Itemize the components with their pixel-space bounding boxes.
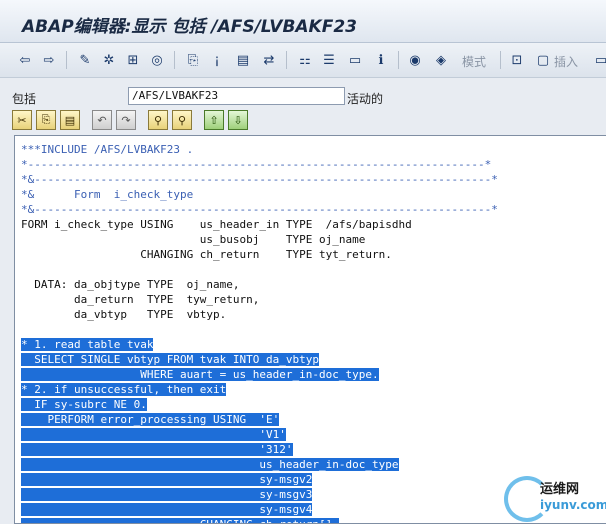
code-line[interactable]: sy-msgv4 <box>21 502 498 517</box>
download-icon[interactable]: ⇩ <box>228 110 248 130</box>
code-line[interactable]: 'V1' <box>21 427 498 442</box>
insert-icon[interactable]: ▢ <box>534 51 552 69</box>
back-arrow-icon[interactable]: ⇦ <box>16 51 34 69</box>
code-line[interactable]: SELECT SINGLE vbtyp FROM tvak INTO da_vb… <box>21 352 498 367</box>
code-line-text: * 2. if unsuccessful, then exit <box>21 383 227 396</box>
code-line[interactable]: *&--------------------------------------… <box>21 172 498 187</box>
cut-icon[interactable]: ✂ <box>12 110 32 130</box>
code-line-text: '312' <box>21 443 293 456</box>
code-line[interactable]: *& Form i_check_type <box>21 187 498 202</box>
code-line[interactable]: WHERE auart = us_header_in-doc_type. <box>21 367 498 382</box>
code-line[interactable]: CHANGING ch_return[]. <box>21 517 498 523</box>
code-line[interactable]: DATA: da_objtype TYPE oj_name, <box>21 277 498 292</box>
tree-icon[interactable]: ☰ <box>320 51 338 69</box>
include-label: 包括 <box>12 92 37 106</box>
code-line-text: CHANGING ch_return[]. <box>21 518 339 523</box>
code-line[interactable]: CHANGING ch_return TYPE tyt_return. <box>21 247 498 262</box>
toolbar-divider <box>174 51 175 69</box>
status-text: 活动的 <box>347 92 384 106</box>
copy-icon[interactable]: ⎘ <box>36 110 56 130</box>
toolbar-divider <box>500 51 501 69</box>
where-used-icon[interactable]: ⎘ <box>184 51 202 69</box>
code-line[interactable]: IF sy-subrc NE 0. <box>21 397 498 412</box>
navigation-icon[interactable]: ⇄ <box>260 51 278 69</box>
upload-icon[interactable]: ⇧ <box>204 110 224 130</box>
code-line-text: CHANGING ch_return TYPE tyt_return. <box>21 248 392 261</box>
program-field-row: 包括 /AFS/LVBAKF23 活动的 <box>0 84 606 108</box>
code-line-text: 'V1' <box>21 428 286 441</box>
code-line-text: *---------------------------------------… <box>21 158 492 171</box>
editor-toolbar: ✂ ⎘ ▤ ↶ ↷ ⚲ ⚲ ⇧ ⇩ <box>0 108 606 134</box>
display-change-icon[interactable]: ✎ <box>76 51 94 69</box>
forward-arrow-icon[interactable]: ⇨ <box>40 51 58 69</box>
window-title: ABAP编辑器:显示 包括 /AFS/LVBAKF23 <box>22 17 358 37</box>
redo-icon[interactable]: ↷ <box>116 110 136 130</box>
test-run-icon[interactable]: ¡ <box>208 51 226 69</box>
application-toolbar: ⇦ ⇨ ✎ ✲ ⊞ ◎ ⎘ ¡ ▤ ⇄ ⚏ ☰ ▭ ℹ ◉ ◈ 模式 ⊡ ▢ 插… <box>0 43 606 78</box>
code-line-text: sy-msgv3 <box>21 488 313 501</box>
code-line-text: DATA: da_objtype TYPE oj_name, <box>21 278 240 291</box>
code-line-text: da_vbtyp TYPE vbtyp. <box>21 308 227 321</box>
code-line-text: SELECT SINGLE vbtyp FROM tvak INTO da_vb… <box>21 353 320 366</box>
code-line-text: WHERE auart = us_header_in-doc_type. <box>21 368 379 381</box>
code-line[interactable]: * 2. if unsuccessful, then exit <box>21 382 498 397</box>
code-line-text: *&--------------------------------------… <box>21 203 498 216</box>
code-line-text: PERFORM error_processing USING 'E' <box>21 413 280 426</box>
pattern-icon[interactable]: ⊡ <box>508 51 526 69</box>
code-line[interactable]: sy-msgv3 <box>21 487 498 502</box>
code-line[interactable]: us_busobj TYPE oj_name <box>21 232 498 247</box>
code-line-text: FORM i_check_type USING us_header_in TYP… <box>21 218 412 231</box>
code-line[interactable] <box>21 262 498 277</box>
watermark-logo: 运维网 iyunv.com <box>500 472 606 522</box>
code-line[interactable]: *&--------------------------------------… <box>21 202 498 217</box>
title-bar: ABAP编辑器:显示 包括 /AFS/LVBAKF23 <box>0 0 606 43</box>
code-line-text: sy-msgv4 <box>21 503 313 516</box>
undo-icon[interactable]: ↶ <box>92 110 112 130</box>
hierarchy-icon[interactable]: ⚏ <box>296 51 314 69</box>
object-list-icon[interactable]: ▤ <box>234 51 252 69</box>
find-next-icon[interactable]: ⚲ <box>172 110 192 130</box>
info-icon[interactable]: ℹ <box>372 51 390 69</box>
watermark-line2: iyunv.com <box>540 498 606 512</box>
code-line[interactable]: sy-msgv2 <box>21 472 498 487</box>
code-line[interactable]: PERFORM error_processing USING 'E' <box>21 412 498 427</box>
code-line-text: us_header_in-doc_type <box>21 458 399 471</box>
session-breakpoint-icon[interactable]: ◈ <box>432 51 450 69</box>
code-line-text: * 1. read table tvak <box>21 338 154 351</box>
code-line-text: da_return TYPE tyw_return, <box>21 293 260 306</box>
code-line[interactable]: FORM i_check_type USING us_header_in TYP… <box>21 217 498 232</box>
paste-icon[interactable]: ▤ <box>60 110 80 130</box>
code-line[interactable]: ***INCLUDE /AFS/LVBAKF23 . <box>21 142 498 157</box>
insert-button[interactable]: 插入 <box>554 53 578 70</box>
code-line-text: IF sy-subrc NE 0. <box>21 398 147 411</box>
code-line-text: us_busobj TYPE oj_name <box>21 233 366 246</box>
breakpoint-icon[interactable]: ◉ <box>406 51 424 69</box>
code-lines: ***INCLUDE /AFS/LVBAKF23 . *-------------… <box>21 142 498 523</box>
code-line[interactable]: da_return TYPE tyw_return, <box>21 292 498 307</box>
code-line-text: ***INCLUDE /AFS/LVBAKF23 . <box>21 143 194 156</box>
toolbar-divider <box>66 51 67 69</box>
code-line[interactable]: da_vbtyp TYPE vbtyp. <box>21 307 498 322</box>
code-line[interactable]: * 1. read table tvak <box>21 337 498 352</box>
watermark-line1: 运维网 <box>540 482 580 497</box>
code-line-text: sy-msgv2 <box>21 473 313 486</box>
toolbar-divider <box>286 51 287 69</box>
mode-button[interactable]: 模式 <box>462 53 486 70</box>
find-icon[interactable]: ⚲ <box>148 110 168 130</box>
code-editor[interactable]: ***INCLUDE /AFS/LVBAKF23 . *-------------… <box>14 135 606 524</box>
code-line-text: *&--------------------------------------… <box>21 173 498 186</box>
window-icon[interactable]: ▭ <box>346 51 364 69</box>
toolbar-divider <box>398 51 399 69</box>
code-line[interactable]: us_header_in-doc_type <box>21 457 498 472</box>
code-line[interactable]: '312' <box>21 442 498 457</box>
overflow-icon[interactable]: ▭ <box>592 51 606 69</box>
code-line[interactable]: *---------------------------------------… <box>21 157 498 172</box>
code-line[interactable] <box>21 322 498 337</box>
include-input[interactable]: /AFS/LVBAKF23 <box>128 87 345 105</box>
code-line-text: *& Form i_check_type <box>21 188 194 201</box>
activate-icon[interactable]: ◎ <box>148 51 166 69</box>
check-syntax-icon[interactable]: ⊞ <box>124 51 142 69</box>
other-object-icon[interactable]: ✲ <box>100 51 118 69</box>
